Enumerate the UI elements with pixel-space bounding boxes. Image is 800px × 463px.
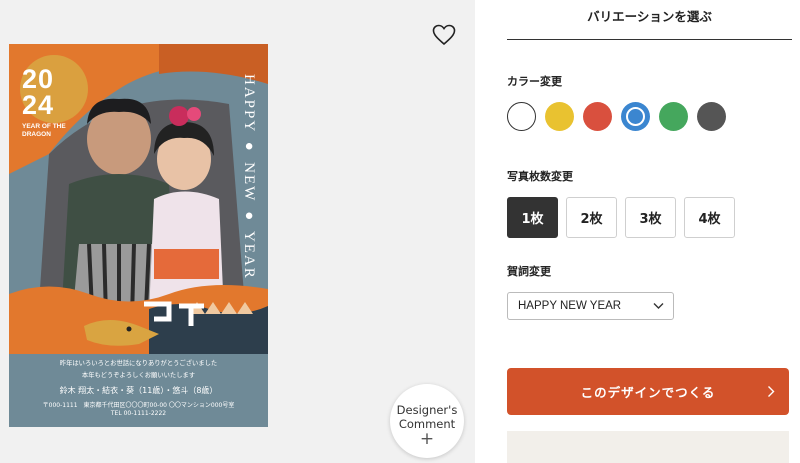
color-swatch-list — [507, 102, 726, 131]
photo-count-1-button[interactable]: 1枚 — [507, 197, 558, 238]
photo-count-2-button[interactable]: 2枚 — [566, 197, 617, 238]
color-swatch-blue[interactable] — [621, 102, 650, 131]
card-year-subtitle: YEAR OF THE DRAGON — [22, 123, 66, 138]
design-preview-panel: 20 24 YEAR OF THE DRAGON HAPPY ● NEW ● Y… — [0, 0, 475, 463]
chevron-right-icon — [768, 386, 775, 397]
bottom-info-panel — [507, 431, 789, 463]
color-swatch-red[interactable] — [583, 102, 612, 131]
card-year: 20 24 — [22, 64, 55, 120]
card-greeting-line2: 本年もどうぞよろしくお願いいたします — [81, 372, 196, 379]
greeting-select-value: HAPPY NEW YEAR — [518, 300, 622, 312]
designer-comment-button[interactable]: Designer's Comment + — [390, 384, 464, 458]
photo-count-3-button[interactable]: 3枚 — [625, 197, 676, 238]
plus-icon: + — [419, 429, 435, 449]
card-family-names: 鈴木 翔太・結衣・葵（11歳）・悠斗（8歳） — [59, 386, 218, 395]
greeting-select[interactable]: HAPPY NEW YEAR — [507, 292, 674, 320]
create-button-label: このデザインでつくる — [580, 385, 716, 400]
variation-title: バリエーションを選ぶ — [587, 9, 712, 24]
new-year-card-preview: 20 24 YEAR OF THE DRAGON HAPPY ● NEW ● Y… — [9, 44, 268, 427]
designer-comment-line1: Designer's — [396, 403, 458, 417]
chevron-down-icon — [653, 303, 664, 309]
greeting-change-label: 賀詞変更 — [507, 265, 551, 278]
title-divider — [507, 39, 792, 40]
card-vertical-greeting: HAPPY ● NEW ● YEAR — [241, 74, 257, 280]
color-swatch-white[interactable] — [507, 102, 536, 131]
color-swatch-yellow[interactable] — [545, 102, 574, 131]
color-swatch-gray[interactable] — [697, 102, 726, 131]
photo-count-options: 1枚 2枚 3枚 4枚 — [507, 197, 735, 238]
card-year-bottom: 24 — [22, 90, 55, 120]
create-with-this-design-button[interactable]: このデザインでつくる — [507, 368, 789, 415]
card-address: 〒000-1111 東京都千代田区〇〇〇町00-00 〇〇マンション000号室 — [42, 402, 235, 409]
favorite-heart-icon[interactable] — [432, 24, 456, 46]
variation-options-panel: バリエーションを選ぶ カラー変更 写真枚数変更 1枚 2枚 3枚 4枚 賀詞変更… — [475, 0, 800, 463]
photo-count-label: 写真枚数変更 — [507, 170, 573, 183]
color-change-label: カラー変更 — [507, 75, 562, 88]
card-telephone: TEL 00-1111-2222 — [110, 410, 167, 417]
card-year-top: 20 — [22, 64, 55, 94]
color-swatch-green[interactable] — [659, 102, 688, 131]
photo-count-4-button[interactable]: 4枚 — [684, 197, 735, 238]
card-greeting-line1: 昨年はいろいろとお世話になりありがとうございました — [59, 360, 218, 367]
